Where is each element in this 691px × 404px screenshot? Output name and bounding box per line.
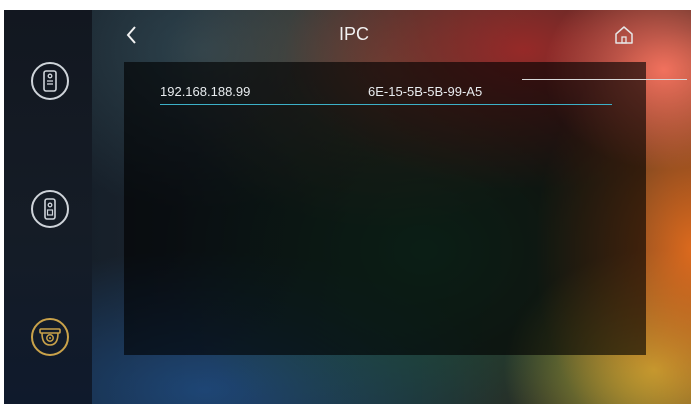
chevron-left-icon bbox=[122, 26, 142, 50]
callout-line bbox=[522, 79, 687, 80]
sidebar-item-outdoor-station[interactable] bbox=[31, 62, 69, 100]
sidebar-item-door-phone[interactable] bbox=[31, 190, 69, 228]
ip-camera-icon bbox=[38, 327, 62, 347]
device-mac: 6E-15-5B-5B-99-A5 bbox=[368, 84, 483, 99]
home-button[interactable] bbox=[612, 23, 636, 47]
screen: IPC 192.168.188.99 6E-15-5B-5B-99-A5 bbox=[4, 10, 691, 404]
outdoor-station-icon bbox=[41, 70, 59, 92]
sidebar-item-ipc[interactable] bbox=[31, 318, 69, 356]
sidebar bbox=[4, 10, 92, 404]
table-row[interactable]: 192.168.188.99 6E-15-5B-5B-99-A5 bbox=[160, 80, 612, 105]
device-ip: 192.168.188.99 bbox=[160, 84, 251, 99]
back-button[interactable] bbox=[122, 24, 142, 46]
door-phone-icon bbox=[41, 198, 59, 220]
device-list-panel: 192.168.188.99 6E-15-5B-5B-99-A5 bbox=[124, 62, 646, 355]
page-title: IPC bbox=[338, 24, 369, 44]
home-icon bbox=[612, 26, 636, 51]
